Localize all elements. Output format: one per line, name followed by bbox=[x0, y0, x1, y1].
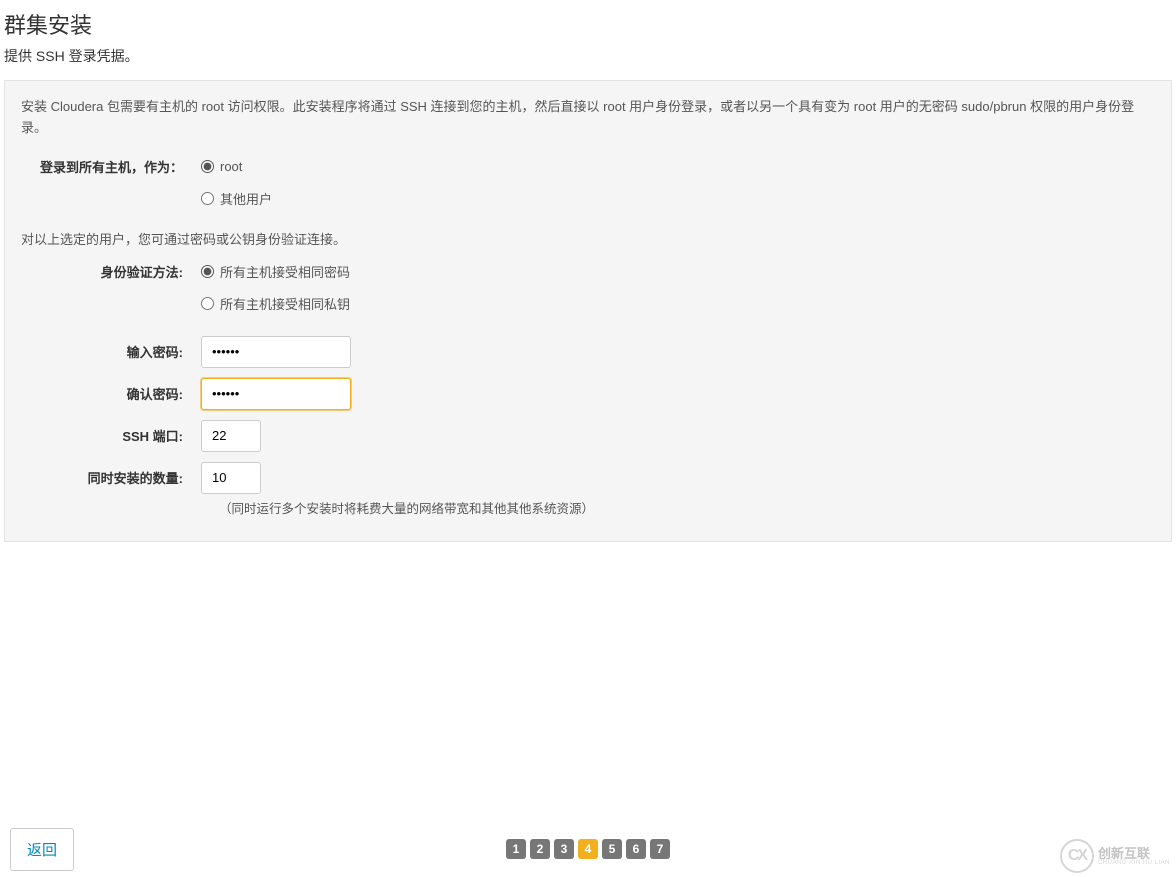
page-title: 群集安装 bbox=[4, 8, 1176, 40]
auth-method-key-radio[interactable] bbox=[201, 297, 214, 310]
back-button[interactable]: 返回 bbox=[10, 828, 74, 871]
login-as-other-text: 其他用户 bbox=[220, 189, 272, 208]
auth-method-key-option[interactable]: 所有主机接受相同私钥 bbox=[201, 294, 1155, 313]
page-step-2[interactable]: 2 bbox=[530, 839, 550, 859]
auth-method-password-radio[interactable] bbox=[201, 265, 214, 278]
ssh-port-input[interactable] bbox=[201, 420, 261, 452]
login-as-other-option[interactable]: 其他用户 bbox=[201, 189, 1155, 208]
auth-method-label: 身份验证方法: bbox=[21, 262, 201, 281]
concurrent-input[interactable] bbox=[201, 462, 261, 494]
watermark: CX 创新互联 CHUANG XIN HU LIAN bbox=[1060, 839, 1170, 873]
auth-method-password-text: 所有主机接受相同密码 bbox=[220, 262, 350, 281]
login-as-root-option[interactable]: root bbox=[201, 159, 1155, 174]
login-as-root-radio[interactable] bbox=[201, 160, 214, 173]
credentials-panel: 安装 Cloudera 包需要有主机的 root 访问权限。此安装程序将通过 S… bbox=[4, 80, 1172, 542]
auth-method-password-option[interactable]: 所有主机接受相同密码 bbox=[201, 262, 1155, 281]
concurrent-label: 同时安装的数量: bbox=[21, 468, 201, 487]
page-step-7[interactable]: 7 bbox=[650, 839, 670, 859]
confirm-password-input[interactable] bbox=[201, 378, 351, 410]
page-step-3[interactable]: 3 bbox=[554, 839, 574, 859]
login-as-root-text: root bbox=[220, 159, 242, 174]
page-step-4[interactable]: 4 bbox=[578, 839, 598, 859]
auth-method-key-text: 所有主机接受相同私钥 bbox=[220, 294, 350, 313]
page-subtitle: 提供 SSH 登录凭据。 bbox=[4, 46, 1176, 66]
ssh-port-label: SSH 端口: bbox=[21, 426, 201, 445]
watermark-logo-icon: CX bbox=[1060, 839, 1094, 873]
login-as-other-radio[interactable] bbox=[201, 192, 214, 205]
confirm-password-label: 确认密码: bbox=[21, 384, 201, 403]
watermark-sub: CHUANG XIN HU LIAN bbox=[1098, 860, 1170, 866]
page-step-5[interactable]: 5 bbox=[602, 839, 622, 859]
login-as-label: 登录到所有主机，作为： bbox=[21, 157, 201, 176]
step-pager: 1234567 bbox=[506, 839, 670, 859]
page-step-1[interactable]: 1 bbox=[506, 839, 526, 859]
auth-intro-text: 对以上选定的用户，您可通过密码或公钥身份验证连接。 bbox=[21, 229, 1155, 248]
watermark-name: 创新互联 bbox=[1098, 847, 1170, 860]
enter-password-input[interactable] bbox=[201, 336, 351, 368]
enter-password-label: 输入密码: bbox=[21, 342, 201, 361]
page-step-6[interactable]: 6 bbox=[626, 839, 646, 859]
concurrent-hint: （同时运行多个安装时将耗费大量的网络带宽和其他其他系统资源） bbox=[21, 498, 1155, 517]
info-text: 安装 Cloudera 包需要有主机的 root 访问权限。此安装程序将通过 S… bbox=[21, 97, 1155, 139]
